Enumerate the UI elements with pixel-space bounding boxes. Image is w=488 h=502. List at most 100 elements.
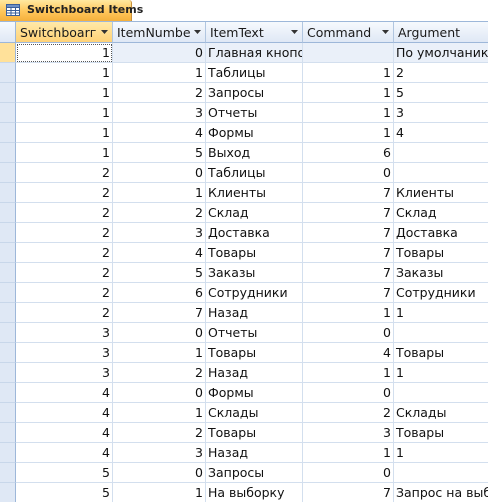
item-text-cell[interactable]: Формы	[206, 383, 303, 403]
record-selector[interactable]	[0, 83, 16, 103]
filter-dropdown-icon[interactable]	[380, 26, 391, 38]
switchboard-id-cell[interactable]: 2	[16, 243, 113, 263]
switchboard-id-cell[interactable]: 4	[16, 423, 113, 443]
record-selector[interactable]	[0, 323, 16, 343]
filter-dropdown-icon[interactable]	[99, 26, 110, 38]
filter-dropdown-icon[interactable]	[289, 26, 300, 38]
item-number-cell[interactable]: 0	[113, 163, 206, 183]
switchboard-id-cell[interactable]: 2	[16, 203, 113, 223]
item-number-cell[interactable]: 2	[113, 423, 206, 443]
record-selector[interactable]	[0, 223, 16, 243]
item-text-cell[interactable]: Назад	[206, 303, 303, 323]
command-cell[interactable]: 1	[303, 63, 394, 83]
filter-dropdown-icon[interactable]	[192, 26, 203, 38]
item-number-cell[interactable]: 0	[113, 383, 206, 403]
argument-cell[interactable]: Доставка	[394, 223, 488, 243]
command-cell[interactable]: 2	[303, 403, 394, 423]
switchboard-id-cell[interactable]: 2	[16, 263, 113, 283]
record-selector[interactable]	[0, 43, 16, 63]
item-text-cell[interactable]: Назад	[206, 363, 303, 383]
argument-cell[interactable]: 1	[394, 303, 488, 323]
argument-cell[interactable]: Заказы	[394, 263, 488, 283]
command-cell[interactable]: 6	[303, 143, 394, 163]
argument-cell[interactable]: 5	[394, 83, 488, 103]
record-selector[interactable]	[0, 463, 16, 483]
item-text-cell[interactable]: Товары	[206, 243, 303, 263]
argument-cell[interactable]	[394, 163, 488, 183]
item-number-cell[interactable]: 0	[113, 463, 206, 483]
item-number-cell[interactable]: 1	[113, 343, 206, 363]
switchboard-id-cell[interactable]: 1	[16, 103, 113, 123]
switchboard-id-cell[interactable]: 3	[16, 323, 113, 343]
record-selector[interactable]	[0, 303, 16, 323]
item-text-cell[interactable]: Склад	[206, 203, 303, 223]
argument-cell[interactable]	[394, 143, 488, 163]
item-text-cell[interactable]: Отчеты	[206, 323, 303, 343]
record-selector[interactable]	[0, 403, 16, 423]
record-selector[interactable]	[0, 63, 16, 83]
item-text-cell[interactable]: Склады	[206, 403, 303, 423]
command-cell[interactable]: 0	[303, 383, 394, 403]
item-text-cell[interactable]: На выборку	[206, 483, 303, 502]
item-number-cell[interactable]: 0	[113, 323, 206, 343]
item-number-cell[interactable]: 6	[113, 283, 206, 303]
argument-cell[interactable]: 4	[394, 123, 488, 143]
argument-cell[interactable]: Товары	[394, 343, 488, 363]
item-text-cell[interactable]: Запросы	[206, 83, 303, 103]
record-selector[interactable]	[0, 483, 16, 502]
item-number-cell[interactable]: 1	[113, 403, 206, 423]
switchboard-id-cell[interactable]: 3	[16, 343, 113, 363]
switchboard-id-header[interactable]: Switchboarг	[16, 22, 113, 43]
record-selector[interactable]	[0, 103, 16, 123]
command-cell[interactable]	[303, 43, 394, 63]
command-cell[interactable]: 7	[303, 283, 394, 303]
item-text-cell[interactable]: Выход	[206, 143, 303, 163]
switchboard-id-cell[interactable]: 3	[16, 363, 113, 383]
record-selector[interactable]	[0, 363, 16, 383]
command-cell[interactable]: 7	[303, 183, 394, 203]
switchboard-id-cell[interactable]: 2	[16, 163, 113, 183]
switchboard-id-cell[interactable]: 2	[16, 223, 113, 243]
argument-cell[interactable]: Склады	[394, 403, 488, 423]
item-number-cell[interactable]: 1	[113, 63, 206, 83]
switchboard-id-cell[interactable]: 4	[16, 403, 113, 423]
command-cell[interactable]: 3	[303, 423, 394, 443]
item-text-cell[interactable]: Отчеты	[206, 103, 303, 123]
switchboard-id-cell[interactable]: 1	[16, 63, 113, 83]
item-number-header[interactable]: ItemNumbe	[113, 22, 206, 43]
item-text-cell[interactable]: Формы	[206, 123, 303, 143]
item-text-cell[interactable]: Заказы	[206, 263, 303, 283]
record-selector[interactable]	[0, 343, 16, 363]
item-text-cell[interactable]: Сотрудники	[206, 283, 303, 303]
item-number-cell[interactable]: 2	[113, 83, 206, 103]
command-cell[interactable]: 1	[303, 83, 394, 103]
item-number-cell[interactable]: 3	[113, 103, 206, 123]
argument-cell[interactable]	[394, 463, 488, 483]
switchboard-id-cell[interactable]: 1	[16, 123, 113, 143]
item-number-cell[interactable]: 5	[113, 263, 206, 283]
record-selector[interactable]	[0, 163, 16, 183]
item-text-cell[interactable]: Запросы	[206, 463, 303, 483]
item-number-cell[interactable]: 1	[113, 483, 206, 502]
switchboard-id-cell[interactable]: 1	[16, 83, 113, 103]
item-number-cell[interactable]: 5	[113, 143, 206, 163]
argument-cell[interactable]: 1	[394, 443, 488, 463]
argument-cell[interactable]: По умолчаник	[394, 43, 488, 63]
argument-cell[interactable]	[394, 323, 488, 343]
item-text-cell[interactable]: Товары	[206, 423, 303, 443]
item-number-cell[interactable]: 1	[113, 183, 206, 203]
switchboard-id-cell[interactable]: 1	[16, 43, 113, 63]
item-number-cell[interactable]: 4	[113, 243, 206, 263]
item-text-cell[interactable]: Товары	[206, 343, 303, 363]
argument-cell[interactable]: Товары	[394, 243, 488, 263]
switchboard-id-cell[interactable]: 2	[16, 303, 113, 323]
command-cell[interactable]: 7	[303, 243, 394, 263]
record-selector[interactable]	[0, 283, 16, 303]
argument-cell[interactable]: 1	[394, 363, 488, 383]
item-number-cell[interactable]: 2	[113, 363, 206, 383]
command-cell[interactable]: 0	[303, 323, 394, 343]
item-number-cell[interactable]: 7	[113, 303, 206, 323]
switchboard-id-cell[interactable]: 2	[16, 283, 113, 303]
switchboard-id-cell[interactable]: 5	[16, 483, 113, 502]
command-cell[interactable]: 0	[303, 163, 394, 183]
